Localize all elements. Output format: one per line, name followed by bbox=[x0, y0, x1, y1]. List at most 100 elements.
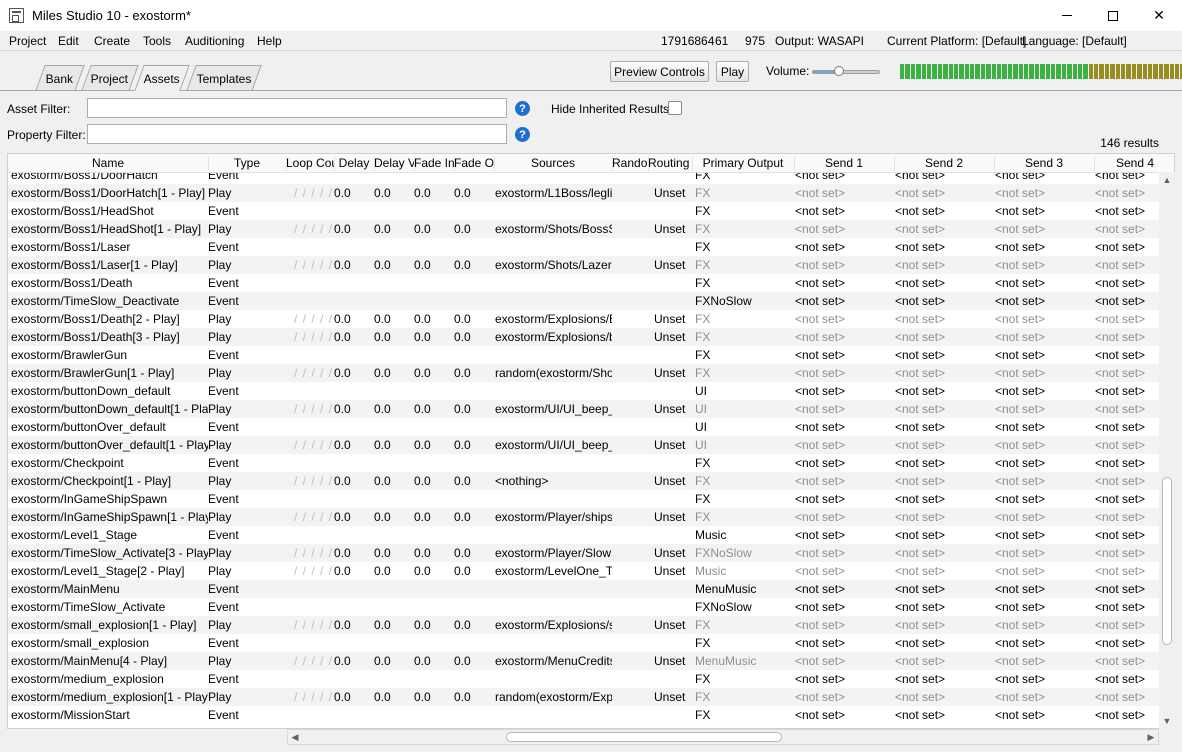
horizontal-scroll-thumb[interactable] bbox=[506, 732, 782, 742]
column-header[interactable]: Send 1 bbox=[794, 156, 894, 170]
column-separator[interactable] bbox=[1094, 156, 1095, 171]
cell-delay-variance: 0.0 bbox=[374, 186, 391, 200]
table-row[interactable]: exostorm/TimeSlow_Activate Event FXNoSlow <… bbox=[8, 598, 1160, 616]
column-header[interactable]: Name bbox=[8, 156, 208, 170]
column-header[interactable]: Routing En bbox=[648, 156, 692, 170]
table-row[interactable]: exostorm/small_explosion Event FX <not set>… bbox=[8, 634, 1160, 652]
table-row[interactable]: exostorm/Boss1/DoorHatch Event FX <not set>… bbox=[8, 173, 1160, 184]
minimize-button[interactable] bbox=[1044, 0, 1090, 31]
table-row[interactable]: exostorm/buttonOver_default[1 - Play] Pla… bbox=[8, 436, 1160, 454]
table-row[interactable]: exostorm/buttonDown_default[1 - Play] Pla… bbox=[8, 400, 1160, 418]
column-separator[interactable] bbox=[286, 156, 287, 171]
column-header[interactable]: Fade In bbox=[414, 156, 454, 170]
column-separator[interactable] bbox=[994, 156, 995, 171]
column-header[interactable]: Send 2 bbox=[894, 156, 994, 170]
table-row[interactable]: exostorm/Checkpoint Event FX <not set> <not … bbox=[8, 454, 1160, 472]
column-separator[interactable] bbox=[692, 156, 693, 171]
table-row[interactable]: exostorm/Boss1/Death[3 - Play] Play / / / … bbox=[8, 328, 1160, 346]
maximize-button[interactable] bbox=[1090, 0, 1136, 31]
table-row[interactable]: exostorm/Boss1/Death Event FX <not set> <not… bbox=[8, 274, 1160, 292]
hide-inherited-checkbox[interactable] bbox=[668, 101, 682, 115]
tab-assets[interactable]: Assets bbox=[134, 65, 190, 91]
tab-project[interactable]: Project bbox=[81, 65, 139, 91]
scroll-down-icon[interactable]: ▼ bbox=[1159, 713, 1175, 729]
table-row[interactable]: exostorm/Boss1/HeadShot Event FX <not set> <… bbox=[8, 202, 1160, 220]
table-row[interactable]: exostorm/Boss1/HeadShot[1 - Play] Play / /… bbox=[8, 220, 1160, 238]
volume-slider-thumb[interactable] bbox=[834, 66, 844, 76]
column-header[interactable]: Fade Out bbox=[454, 156, 494, 170]
table-row[interactable]: exostorm/Checkpoint[1 - Play] Play / / / /… bbox=[8, 472, 1160, 490]
cell-send-1: <not set> bbox=[795, 582, 846, 596]
table-row[interactable]: exostorm/Boss1/Laser[1 - Play] Play / / / … bbox=[8, 256, 1160, 274]
cell-send-1: <not set> bbox=[795, 456, 846, 470]
table-row[interactable]: exostorm/Level1_Stage Event Music <not set>… bbox=[8, 526, 1160, 544]
menu-create[interactable]: Create bbox=[94, 34, 130, 48]
column-separator[interactable] bbox=[612, 156, 613, 171]
vertical-scroll-thumb[interactable] bbox=[1162, 477, 1172, 645]
horizontal-scrollbar[interactable]: ◀ ▶ bbox=[287, 729, 1159, 745]
menu-help[interactable]: Help bbox=[257, 34, 282, 48]
column-separator[interactable] bbox=[414, 156, 415, 171]
column-separator[interactable] bbox=[648, 156, 649, 171]
cell-random: Unset bbox=[654, 312, 686, 326]
tab-bank[interactable]: Bank bbox=[35, 65, 85, 91]
property-filter-help-icon[interactable]: ? bbox=[515, 127, 530, 142]
table-row[interactable]: exostorm/BrawlerGun Event FX <not set> <not … bbox=[8, 346, 1160, 364]
table-row[interactable]: exostorm/small_explosion[1 - Play] Play / … bbox=[8, 616, 1160, 634]
column-header[interactable]: Sources bbox=[494, 156, 612, 170]
menu-project[interactable]: Project bbox=[9, 34, 46, 48]
table-row[interactable]: exostorm/Boss1/Death[2 - Play] Play / / / … bbox=[8, 310, 1160, 328]
menu-edit[interactable]: Edit bbox=[58, 34, 79, 48]
column-header[interactable]: Loop Cou bbox=[286, 156, 334, 170]
cell-send-2: <not set> bbox=[895, 420, 946, 434]
column-header[interactable]: Send 3 bbox=[994, 156, 1094, 170]
volume-slider-track[interactable] bbox=[812, 70, 880, 74]
table-row[interactable]: exostorm/MainMenu[4 - Play] Play / / / / /… bbox=[8, 652, 1160, 670]
table-row[interactable]: exostorm/Boss1/Laser Event FX <not set> <not… bbox=[8, 238, 1160, 256]
table-row[interactable]: exostorm/Level1_Stage[2 - Play] Play / / /… bbox=[8, 562, 1160, 580]
column-separator[interactable] bbox=[494, 156, 495, 171]
column-header[interactable]: Send 4 bbox=[1094, 156, 1174, 170]
column-header[interactable]: Delay Varia bbox=[374, 156, 414, 170]
tab-templates[interactable]: Templates bbox=[186, 65, 262, 91]
scroll-left-icon[interactable]: ◀ bbox=[288, 730, 302, 744]
table-row[interactable]: exostorm/MissionStart Event FX <not set> <no… bbox=[8, 706, 1160, 724]
tab-project-label: Project bbox=[90, 72, 129, 86]
column-separator[interactable] bbox=[374, 156, 375, 171]
asset-filter-input[interactable] bbox=[87, 98, 507, 118]
table-row[interactable]: exostorm/buttonDown_default Event UI <not s… bbox=[8, 382, 1160, 400]
column-separator[interactable] bbox=[894, 156, 895, 171]
column-separator[interactable] bbox=[794, 156, 795, 171]
cell-name: exostorm/small_explosion[1 - Play] bbox=[11, 618, 197, 632]
table-row[interactable]: exostorm/medium_explosion[1 - Play] Play /… bbox=[8, 688, 1160, 706]
table-row[interactable]: exostorm/medium_explosion Event FX <not set… bbox=[8, 670, 1160, 688]
menu-tools[interactable]: Tools bbox=[143, 34, 171, 48]
property-filter-input[interactable] bbox=[87, 124, 507, 144]
table-row[interactable]: exostorm/BrawlerGun[1 - Play] Play / / / /… bbox=[8, 364, 1160, 382]
scroll-up-icon[interactable]: ▲ bbox=[1159, 172, 1175, 188]
column-header[interactable]: Delay bbox=[334, 156, 374, 170]
column-separator[interactable] bbox=[334, 156, 335, 171]
cell-loop-count: / / / / / bbox=[294, 564, 334, 578]
table-row[interactable]: exostorm/Boss1/DoorHatch[1 - Play] Play / … bbox=[8, 184, 1160, 202]
asset-filter-help-icon[interactable]: ? bbox=[515, 101, 530, 116]
table-row[interactable]: exostorm/InGameShipSpawn[1 - Play] Play / … bbox=[8, 508, 1160, 526]
close-button[interactable]: ✕ bbox=[1136, 0, 1182, 31]
play-button[interactable]: Play bbox=[716, 61, 749, 82]
table-row[interactable]: exostorm/TimeSlow_Activate[3 - Play] Play… bbox=[8, 544, 1160, 562]
menu-auditioning[interactable]: Auditioning bbox=[185, 34, 244, 48]
vertical-scrollbar[interactable]: ▲ ▼ bbox=[1159, 172, 1175, 729]
table-row[interactable]: exostorm/InGameShipSpawn Event FX <not set>… bbox=[8, 490, 1160, 508]
table-row[interactable]: exostorm/MainMenu Event MenuMusic <not set>… bbox=[8, 580, 1160, 598]
cell-fade-out: 0.0 bbox=[454, 546, 471, 560]
scroll-right-icon[interactable]: ▶ bbox=[1144, 730, 1158, 744]
column-separator[interactable] bbox=[208, 156, 209, 171]
table-row[interactable]: exostorm/buttonOver_default Event UI <not s… bbox=[8, 418, 1160, 436]
table-row[interactable]: exostorm/TimeSlow_Deactivate Event FXNoSlo… bbox=[8, 292, 1160, 310]
column-header[interactable]: Primary Output bbox=[692, 156, 794, 170]
cell-send-1: <not set> bbox=[795, 312, 846, 326]
column-separator[interactable] bbox=[454, 156, 455, 171]
preview-controls-button[interactable]: Preview Controls bbox=[610, 61, 709, 82]
column-header[interactable]: Type bbox=[208, 156, 286, 170]
column-header[interactable]: Random bbox=[612, 156, 648, 170]
